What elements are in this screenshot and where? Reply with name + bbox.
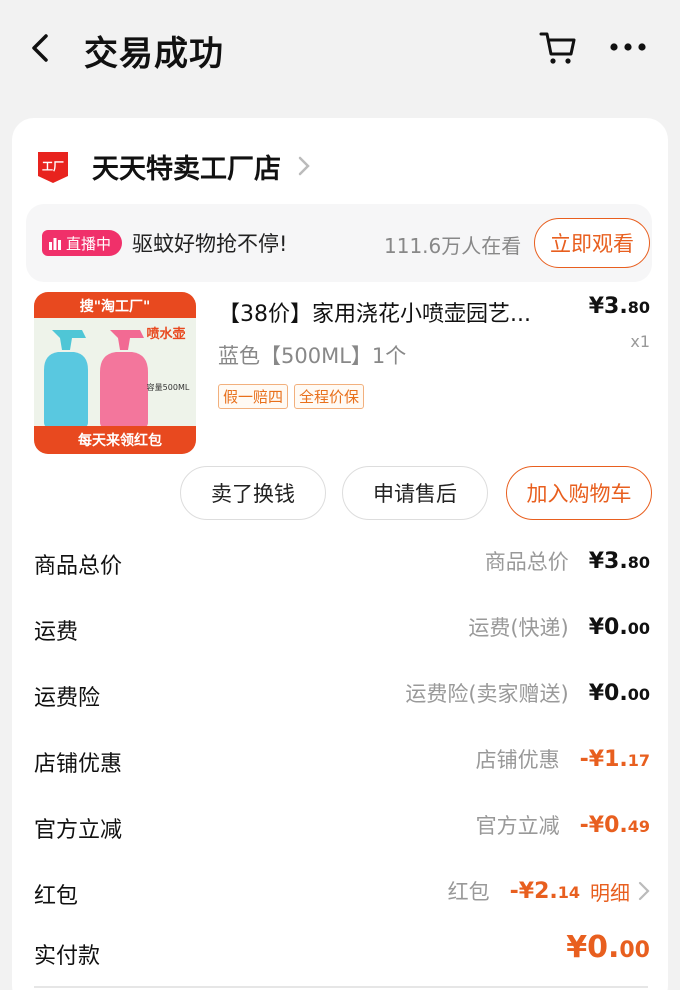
summary-label: 运费 bbox=[34, 620, 79, 645]
more-icon[interactable] bbox=[608, 36, 648, 58]
summary-desc: 商品总价 bbox=[484, 550, 569, 574]
shop-logo-icon: 工厂 bbox=[38, 152, 68, 183]
svg-text:容量500ML: 容量500ML bbox=[147, 382, 190, 392]
summary-row-shop-discount: 店铺优惠 店铺优惠 -¥1.17 bbox=[12, 732, 668, 788]
live-badge-label: 直播中 bbox=[66, 234, 112, 253]
svg-text:喷水壶: 喷水壶 bbox=[146, 326, 185, 342]
divider bbox=[34, 986, 648, 988]
live-stream-banner[interactable]: 直播中 驱蚊好物抢不停! 111.6万人在看 立即观看 bbox=[26, 204, 652, 282]
add-to-cart-button[interactable]: 加入购物车 bbox=[506, 466, 652, 520]
summary-desc: 店铺优惠 bbox=[475, 748, 560, 772]
summary-desc: 运费险(卖家赠送) bbox=[405, 682, 569, 706]
order-card: 工厂 天天特卖工厂店 直播中 驱蚊好物抢不停! 111.6万人在看 立即观看 搜… bbox=[12, 118, 668, 990]
back-arrow-icon[interactable] bbox=[26, 30, 54, 66]
sell-button[interactable]: 卖了换钱 bbox=[180, 466, 326, 520]
shop-name: 天天特卖工厂店 bbox=[92, 153, 281, 185]
summary-row-payment: 实付款 ¥0.00 bbox=[12, 924, 668, 980]
summary-amount: ¥0.00 bbox=[588, 680, 650, 706]
summary-row-shipping: 运费 运费(快递) ¥0.00 bbox=[12, 600, 668, 656]
chevron-right-icon bbox=[638, 881, 650, 901]
payment-label: 实付款 bbox=[34, 944, 101, 969]
summary-amount: ¥0.00 bbox=[588, 614, 650, 640]
redpack-amount: -¥2.14 bbox=[509, 878, 580, 904]
live-bars-icon bbox=[49, 238, 61, 250]
product-quantity: x1 bbox=[630, 332, 650, 351]
summary-row-shipping-insurance: 运费险 运费险(卖家赠送) ¥0.00 bbox=[12, 666, 668, 722]
summary-desc: 运费(快递) bbox=[468, 616, 569, 640]
spray-bottle-image: 搜"淘工厂" 喷水壶 容量500ML 每天来领红包 bbox=[34, 292, 196, 454]
shop-header[interactable]: 工厂 天天特卖工厂店 bbox=[36, 146, 311, 186]
product-image[interactable]: 搜"淘工厂" 喷水壶 容量500ML 每天来领红包 bbox=[34, 292, 196, 454]
redpack-desc: 红包 bbox=[447, 880, 490, 904]
live-badge: 直播中 bbox=[42, 230, 122, 256]
redpack-detail-link[interactable]: 明细 bbox=[590, 877, 630, 906]
svg-text:每天来领红包: 每天来领红包 bbox=[78, 432, 162, 449]
summary-row-total: 商品总价 商品总价 ¥3.80 bbox=[12, 534, 668, 590]
summary-amount: -¥0.49 bbox=[579, 812, 650, 838]
summary-label: 官方立减 bbox=[34, 818, 123, 843]
watch-now-button[interactable]: 立即观看 bbox=[534, 218, 650, 268]
payment-amount: ¥0.00 bbox=[566, 930, 650, 965]
product-price: ¥3.80 bbox=[588, 294, 650, 319]
svg-text:工厂: 工厂 bbox=[42, 160, 64, 173]
live-viewer-count: 111.6万人在看 bbox=[384, 234, 522, 258]
product-sku: 蓝色【500ML】1个 bbox=[218, 344, 407, 368]
top-nav-bar: 交易成功 bbox=[0, 0, 680, 100]
after-sale-button[interactable]: 申请售后 bbox=[342, 466, 488, 520]
chevron-right-icon bbox=[298, 156, 310, 176]
cart-icon[interactable] bbox=[538, 28, 578, 68]
summary-desc: 官方立减 bbox=[475, 814, 560, 838]
summary-amount: ¥3.80 bbox=[588, 548, 650, 574]
summary-row-redpack[interactable]: 红包 红包 -¥2.14 明细 bbox=[12, 864, 668, 920]
svg-text:搜"淘工厂": 搜"淘工厂" bbox=[80, 298, 151, 315]
service-tags: 假一赔四 全程价保 bbox=[218, 384, 365, 409]
tag-price-protect: 全程价保 bbox=[294, 384, 365, 409]
summary-label: 运费险 bbox=[34, 686, 101, 711]
summary-amount: -¥1.17 bbox=[579, 746, 650, 772]
tag-fake-compensation: 假一赔四 bbox=[218, 384, 289, 409]
summary-label: 店铺优惠 bbox=[34, 752, 123, 777]
product-title[interactable]: 【38价】家用浇花小喷壶园艺... bbox=[218, 296, 568, 328]
redpack-label: 红包 bbox=[34, 884, 79, 909]
summary-label: 商品总价 bbox=[34, 554, 123, 579]
live-promo-text: 驱蚊好物抢不停! bbox=[132, 232, 288, 256]
summary-row-official-discount: 官方立减 官方立减 -¥0.49 bbox=[12, 798, 668, 854]
page-title: 交易成功 bbox=[84, 34, 224, 74]
